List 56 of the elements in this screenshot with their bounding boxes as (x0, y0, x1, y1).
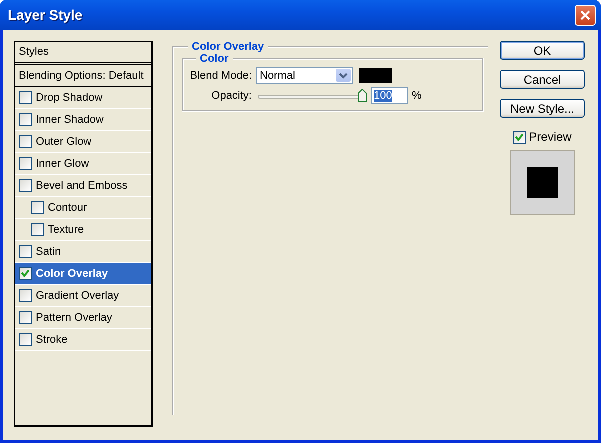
checkbox[interactable] (31, 201, 44, 214)
style-item[interactable]: Contour (15, 197, 151, 219)
dialog-button[interactable]: Cancel (500, 70, 585, 89)
chevron-icon (339, 72, 348, 78)
style-label: Stroke (36, 334, 68, 346)
unit-label: % (412, 90, 422, 102)
checkbox[interactable] (31, 223, 44, 236)
group-title: Color Overlay (191, 41, 266, 53)
preview-swatch (527, 167, 558, 198)
style-item[interactable]: Bevel and Emboss (15, 175, 151, 197)
window-title: Layer Style (8, 7, 83, 23)
style-label: Satin (36, 246, 62, 258)
close-icon (580, 10, 591, 20)
style-label: Texture (48, 224, 84, 236)
style-item[interactable]: Inner Glow (15, 153, 151, 175)
dialog-button[interactable]: OK (500, 41, 585, 60)
preview-label: Preview (529, 130, 572, 144)
style-item[interactable]: Gradient Overlay (15, 285, 151, 307)
checkbox[interactable] (19, 91, 32, 104)
style-label: Gradient Overlay (36, 290, 120, 302)
checkbox[interactable] (19, 311, 32, 324)
style-label: Drop Shadow (36, 92, 103, 104)
blend-mode-dropdown[interactable]: Normal (256, 67, 353, 84)
blending-options-item[interactable]: Blending Options: Default (15, 65, 151, 87)
checkbox[interactable] (19, 157, 32, 170)
field-label: Blend Mode: (190, 70, 252, 82)
checkbox[interactable] (19, 135, 32, 148)
style-item[interactable]: Drop Shadow (15, 87, 151, 109)
checkbox[interactable] (19, 179, 32, 192)
style-label: Inner Glow (36, 158, 90, 170)
group-title: Color (199, 53, 230, 65)
style-item[interactable]: Pattern Overlay (15, 307, 151, 329)
checkbox[interactable] (19, 113, 32, 126)
close-button[interactable] (575, 4, 596, 26)
style-item[interactable]: Inner Shadow (15, 109, 151, 131)
field-label: Opacity: (210, 90, 252, 102)
checkbox[interactable] (19, 245, 32, 258)
style-label: Contour (48, 202, 88, 214)
checkbox[interactable] (513, 130, 526, 144)
checkbox[interactable] (19, 289, 32, 302)
style-item[interactable]: Stroke (15, 329, 151, 351)
style-label: Pattern Overlay (36, 312, 112, 324)
style-label: Outer Glow (36, 136, 92, 148)
slider-thumb[interactable] (358, 88, 367, 102)
dialog-button[interactable]: New Style... (500, 99, 585, 118)
list-header: Styles (15, 42, 151, 65)
style-item[interactable]: Color Overlay (15, 263, 151, 285)
color-swatch[interactable] (359, 68, 392, 83)
style-item[interactable]: Outer Glow (15, 131, 151, 153)
opacity-field[interactable]: 100 (371, 87, 408, 104)
checkbox[interactable] (19, 333, 32, 346)
style-label: Color Overlay (36, 268, 108, 280)
style-item[interactable]: Texture (15, 219, 151, 241)
style-label: Inner Shadow (36, 114, 104, 126)
style-label: Bevel and Emboss (36, 180, 128, 192)
checkbox[interactable] (19, 267, 32, 280)
